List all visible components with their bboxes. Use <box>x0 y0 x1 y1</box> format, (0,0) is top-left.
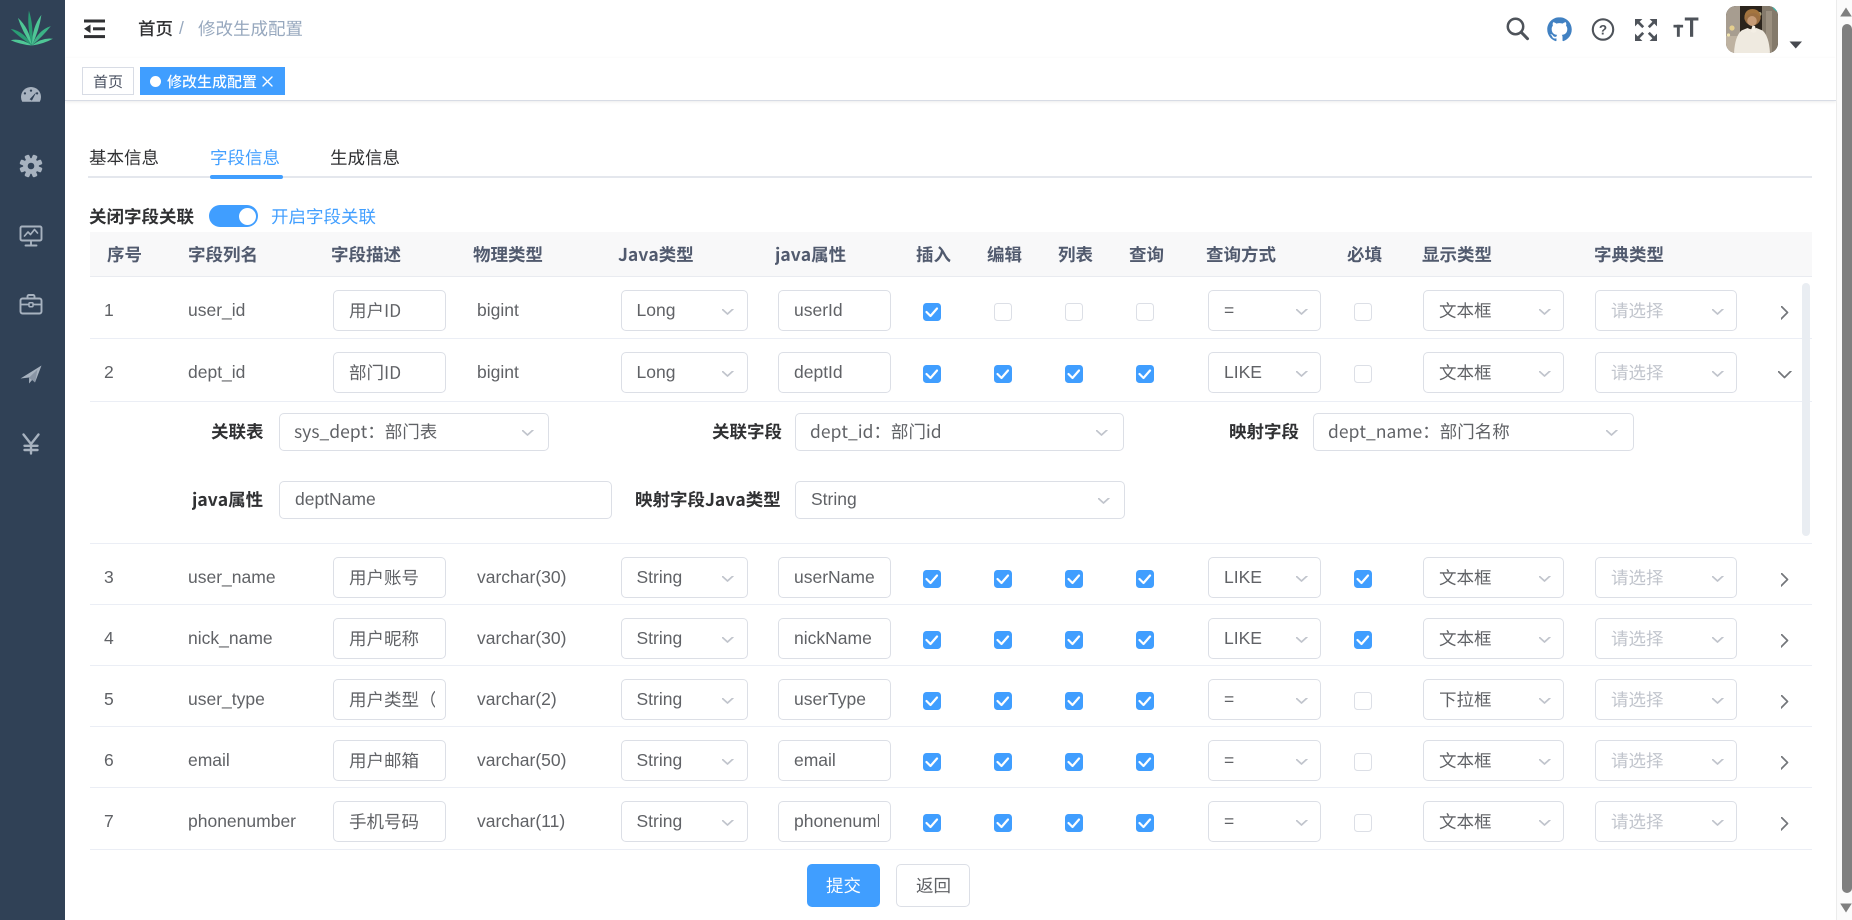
svg-text:?: ? <box>1599 22 1607 37</box>
